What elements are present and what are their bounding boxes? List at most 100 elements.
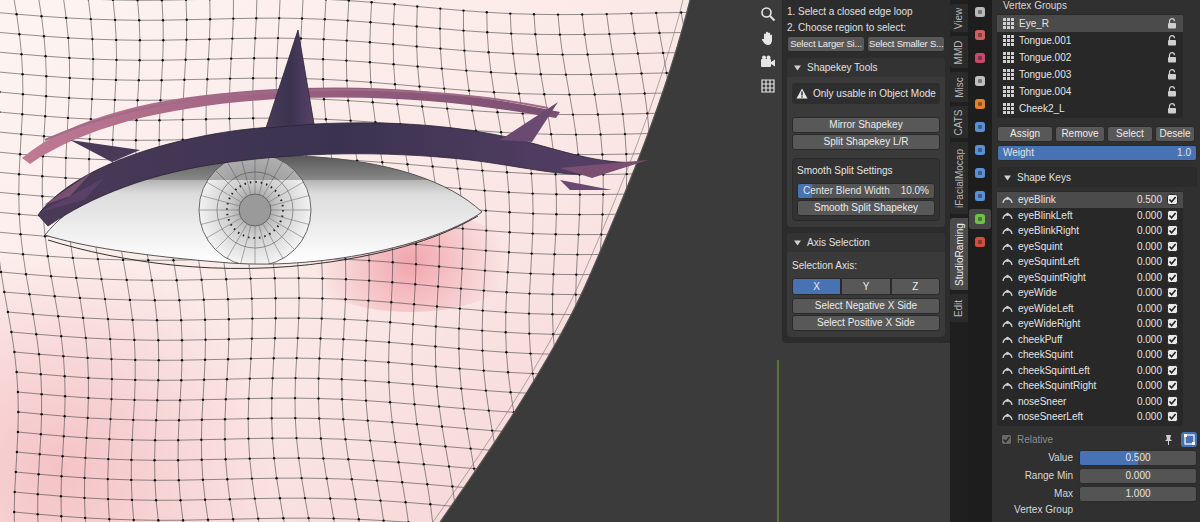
panel-header[interactable]: Shapekey Tools	[787, 58, 945, 77]
properties-tab[interactable]	[969, 71, 991, 91]
shape-key-value[interactable]: 0.000	[1137, 411, 1162, 422]
shape-key-row[interactable]: eyeBlinkLeft0.000	[997, 208, 1183, 224]
properties-tab[interactable]	[969, 48, 991, 68]
shape-key-value[interactable]: 0.000	[1137, 380, 1162, 391]
shape-key-value[interactable]: 0.000	[1137, 210, 1162, 221]
list-resize-grip[interactable]	[997, 426, 1197, 431]
checkbox[interactable]	[1167, 241, 1178, 252]
shape-key-value[interactable]: 0.000	[1137, 272, 1162, 283]
vertex-group-button[interactable]: Desele	[1155, 126, 1195, 142]
properties-tab[interactable]	[969, 94, 991, 114]
checkbox[interactable]	[1167, 318, 1178, 329]
vertex-group-button[interactable]: Remove	[1055, 126, 1105, 142]
axis-button[interactable]: Y	[841, 278, 890, 295]
blend-width-slider[interactable]: Center Blend Width10.0%	[797, 183, 935, 199]
weight-slider[interactable]: Weight1.0	[997, 145, 1197, 161]
shape-key-row[interactable]: cheekSquint0.000	[997, 347, 1183, 363]
region-select-button[interactable]: Select Smaller S...	[867, 36, 945, 52]
shape-key-row[interactable]: eyeBlink0.500	[997, 192, 1183, 208]
shape-key-row[interactable]: eyeSquintLeft0.000	[997, 254, 1183, 270]
axis-button[interactable]: Z	[891, 278, 940, 295]
sidebar-tab[interactable]: MMD	[950, 36, 968, 68]
vertex-group-list[interactable]: Eye_RTongue.001Tongue.002Tongue.003Tongu…	[997, 14, 1183, 118]
properties-tab[interactable]	[969, 2, 991, 22]
checkbox[interactable]	[1167, 303, 1178, 314]
vertex-group-button[interactable]: Select	[1107, 126, 1153, 142]
shape-key-value[interactable]: 0.000	[1137, 241, 1162, 252]
shape-key-value[interactable]: 0.000	[1137, 349, 1162, 360]
axis-side-button[interactable]: Select Positive X Side	[792, 315, 940, 331]
lock-icon[interactable]	[1167, 86, 1177, 97]
properties-tab[interactable]	[969, 140, 991, 160]
3d-viewport[interactable]	[0, 0, 782, 522]
pan-button[interactable]	[757, 27, 778, 48]
shape-key-value[interactable]: 0.000	[1137, 365, 1162, 376]
vertex-group-button[interactable]: Assign	[997, 126, 1053, 142]
properties-tab[interactable]	[969, 117, 991, 137]
lock-icon[interactable]	[1167, 35, 1177, 46]
shape-key-value[interactable]: 0.000	[1137, 334, 1162, 345]
vertex-group-row[interactable]: Tongue.002	[997, 49, 1183, 66]
axis-side-button[interactable]: Select Negative X Side	[792, 298, 940, 314]
vertex-group-row[interactable]: Tongue.003	[997, 66, 1183, 83]
panel-header[interactable]: Shape Keys	[997, 167, 1197, 187]
sidebar-tab[interactable]: iFacialMocap	[950, 142, 968, 214]
shape-key-value[interactable]: 0.500	[1137, 194, 1162, 205]
range-min-field[interactable]: 0.000	[1079, 468, 1197, 484]
lock-icon[interactable]	[1167, 52, 1177, 63]
shape-key-row[interactable]: cheekPuff0.000	[997, 332, 1183, 348]
sidebar-tab[interactable]: Edit	[950, 294, 968, 322]
shape-key-row[interactable]: eyeSquint0.000	[997, 239, 1183, 255]
checkbox[interactable]	[1167, 396, 1178, 407]
zoom-button[interactable]	[757, 3, 778, 24]
region-select-button[interactable]: Select Larger Si...	[787, 36, 865, 52]
shape-key-value[interactable]: 0.000	[1137, 396, 1162, 407]
value-slider[interactable]: 0.500	[1079, 450, 1197, 466]
shape-key-row[interactable]: eyeWideRight0.000	[997, 316, 1183, 332]
list-resize-grip[interactable]	[997, 118, 1197, 123]
properties-tab[interactable]	[969, 163, 991, 183]
shape-key-value[interactable]: 0.000	[1137, 225, 1162, 236]
shape-key-value[interactable]: 0.000	[1137, 303, 1162, 314]
relative-row[interactable]: Relative	[997, 432, 1197, 448]
checkbox[interactable]	[1001, 434, 1012, 445]
properties-tab[interactable]	[969, 25, 991, 45]
shape-key-row[interactable]: eyeWideLeft0.000	[997, 301, 1183, 317]
checkbox[interactable]	[1167, 365, 1178, 376]
lock-icon[interactable]	[1167, 18, 1177, 29]
shape-key-row[interactable]: eyeSquintRight0.000	[997, 270, 1183, 286]
sidebar-tab[interactable]: CATS	[950, 106, 968, 138]
tool-button[interactable]: Split Shapekey L/R	[792, 134, 940, 150]
checkbox[interactable]	[1167, 380, 1178, 391]
properties-tab[interactable]	[969, 232, 991, 252]
sidebar-tab[interactable]: Misc	[950, 72, 968, 102]
smooth-split-button[interactable]: Smooth Split Shapekey	[797, 200, 935, 216]
panel-header[interactable]: Axis Selection	[787, 233, 945, 252]
tool-button[interactable]: Mirror Shapekey	[792, 117, 940, 133]
checkbox[interactable]	[1167, 272, 1178, 283]
shape-key-row[interactable]: noseSneer0.000	[997, 394, 1183, 410]
toggle-button[interactable]	[1181, 432, 1197, 447]
vertex-group-row[interactable]: Tongue.001	[997, 32, 1183, 49]
shape-key-value[interactable]: 0.000	[1137, 318, 1162, 329]
sidebar-tab[interactable]: StudioRaming	[950, 218, 968, 290]
properties-tab[interactable]	[969, 186, 991, 206]
max-field[interactable]: 1.000	[1079, 486, 1197, 502]
shape-key-value[interactable]: 0.000	[1137, 256, 1162, 267]
axis-button[interactable]: X	[792, 278, 841, 295]
camera-button[interactable]	[757, 51, 778, 72]
vertex-group-row[interactable]: Eye_R	[997, 15, 1183, 32]
shape-key-row[interactable]: eyeWide0.000	[997, 285, 1183, 301]
mesh-view[interactable]	[0, 0, 782, 522]
vertex-group-row[interactable]: Tongue.004	[997, 83, 1183, 100]
checkbox[interactable]	[1167, 256, 1178, 267]
shape-key-row[interactable]: eyeBlinkRight0.000	[997, 223, 1183, 239]
lock-icon[interactable]	[1167, 69, 1177, 80]
vertex-group-row[interactable]: Cheek2_L	[997, 100, 1183, 117]
checkbox[interactable]	[1167, 287, 1178, 298]
shape-key-row[interactable]: cheekSquintLeft0.000	[997, 363, 1183, 379]
checkbox[interactable]	[1167, 411, 1178, 422]
properties-tab[interactable]	[969, 209, 991, 229]
shape-key-row[interactable]: noseSneerLeft0.000	[997, 409, 1183, 425]
shape-key-list[interactable]: eyeBlink0.500eyeBlinkLeft0.000eyeBlinkRi…	[997, 191, 1183, 426]
